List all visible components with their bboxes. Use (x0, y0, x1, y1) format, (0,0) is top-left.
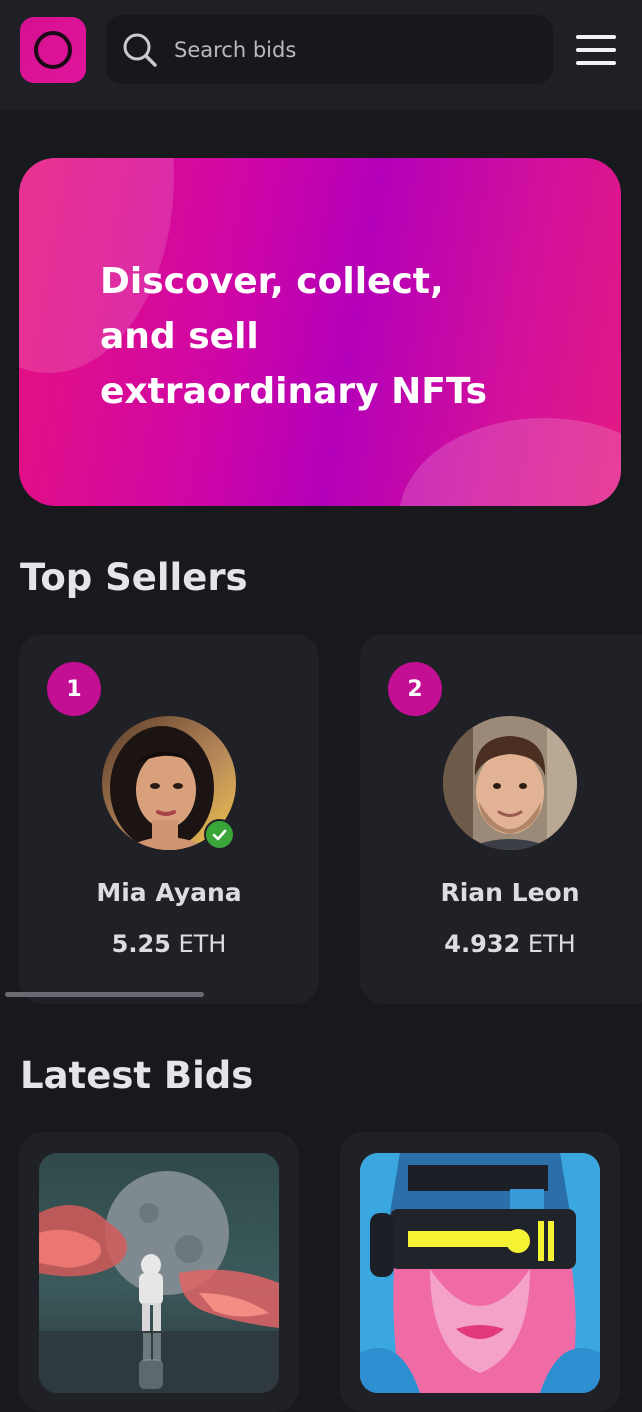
amount-unit: ETH (178, 930, 227, 958)
app-logo[interactable] (20, 17, 86, 83)
avatar[interactable] (443, 716, 577, 850)
amount-unit: ETH (527, 930, 576, 958)
menu-bar (576, 35, 616, 39)
bid-card[interactable] (19, 1132, 299, 1412)
top-bar (0, 0, 642, 110)
nft-artwork (360, 1153, 600, 1393)
hero-banner: Discover, collect, and sell extraordinar… (19, 158, 621, 506)
hero-title-line: and sell (100, 316, 259, 357)
amount-value: 5.25 (111, 930, 171, 958)
menu-bar (576, 48, 616, 52)
hero-decoration (399, 418, 621, 506)
logo-ring-icon (34, 31, 72, 69)
nft-image-astronaut[interactable] (39, 1153, 279, 1393)
seller-card[interactable]: 1 Mia Ayana 5.25 ETH (19, 634, 319, 1004)
search-bar[interactable] (106, 15, 553, 84)
hero-title-line: Discover, collect, (100, 261, 444, 302)
seller-card[interactable]: 2 Rian Leon 4.932 ETH (360, 634, 642, 1004)
seller-name: Rian Leon (440, 878, 580, 907)
search-input[interactable] (174, 15, 534, 84)
nft-image-vr-girl[interactable] (360, 1153, 600, 1393)
seller-amount: 4.932 ETH (360, 930, 642, 958)
hero-title-line: extraordinary NFTs (100, 371, 488, 412)
top-sellers-heading: Top Sellers (20, 556, 248, 599)
latest-bids-heading: Latest Bids (20, 1054, 254, 1097)
search-icon (123, 33, 157, 67)
avatar-image (443, 716, 577, 850)
bid-card[interactable] (340, 1132, 620, 1412)
menu-bar (576, 61, 616, 65)
seller-name: Mia Ayana (96, 878, 242, 907)
horizontal-scrollbar[interactable] (5, 992, 204, 997)
amount-value: 4.932 (444, 930, 521, 958)
nft-artwork (39, 1153, 279, 1393)
hamburger-menu-icon[interactable] (576, 33, 618, 67)
rank-badge: 1 (47, 662, 101, 716)
rank-badge: 2 (388, 662, 442, 716)
hero-title: Discover, collect, and sell extraordinar… (100, 254, 540, 419)
verified-check-icon (204, 819, 235, 850)
seller-amount: 5.25 ETH (19, 930, 319, 958)
